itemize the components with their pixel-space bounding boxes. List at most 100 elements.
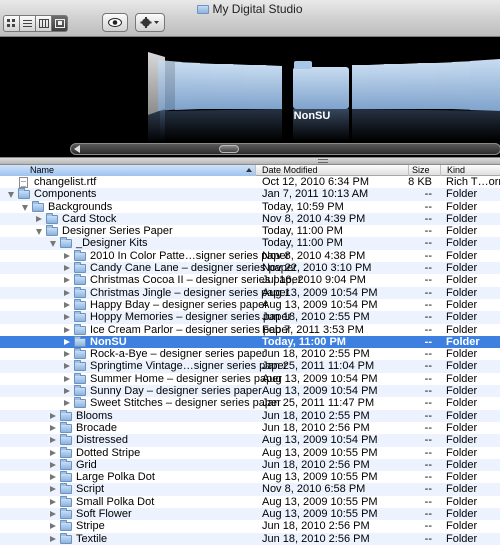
list-row[interactable]: Card Stock Nov 8, 2010 4:39 PM -- Folder <box>0 212 500 226</box>
disclosure-open-icon[interactable] <box>22 204 28 211</box>
list-view-button[interactable] <box>19 15 36 32</box>
disclosure-open-icon[interactable] <box>36 229 42 236</box>
list-row[interactable]: Script Nov 8, 2010 6:58 PM -- Folder <box>0 483 500 496</box>
list-row[interactable]: Designer Series Paper Today, 11:00 PM -- Fo… <box>0 225 500 237</box>
list-row-kind: Folder <box>446 397 478 410</box>
cover-flow-view-button[interactable] <box>51 15 68 32</box>
disclosure-closed-icon[interactable] <box>50 412 56 419</box>
list-row-kind: Folder <box>446 385 478 398</box>
disclosure-closed-icon[interactable] <box>64 314 70 321</box>
disclosure-closed-icon[interactable] <box>64 375 70 382</box>
list-row[interactable]: Summer Home – designer series paper Aug 1… <box>0 372 500 385</box>
list-row[interactable]: changelist.rtf Oct 12, 2010 6:34 PM 8 KB Ri… <box>0 176 500 188</box>
disclosure-closed-icon[interactable] <box>64 289 70 296</box>
list-row[interactable]: Grid Jun 18, 2010 2:56 PM -- Folder <box>0 458 500 472</box>
list-row[interactable]: Springtime Vintage…signer series paper Ja… <box>0 360 500 373</box>
disclosure-closed-icon[interactable] <box>50 437 56 444</box>
disclosure-closed-icon[interactable] <box>64 388 70 395</box>
disclosure-closed-icon[interactable] <box>50 511 56 518</box>
list-row[interactable]: Blooms Jun 18, 2010 2:55 PM -- Folder <box>0 409 500 422</box>
quick-look-button[interactable] <box>102 13 128 32</box>
disclosure-closed-icon[interactable] <box>50 424 56 431</box>
list-row-name: _Designer Kits <box>76 237 148 250</box>
list-row[interactable]: Christmas Jingle – designer series paper… <box>0 286 500 299</box>
list-row[interactable]: Candy Cane Lane – designer series paper N… <box>0 262 500 275</box>
list-row[interactable]: Christmas Cocoa II – designer series pap… <box>0 274 500 286</box>
disclosure-closed-icon[interactable] <box>50 486 56 493</box>
list-row[interactable]: Stripe Jun 18, 2010 2:56 PM -- Folder <box>0 520 500 532</box>
column-header-name[interactable]: Name <box>0 165 255 176</box>
list-row[interactable]: Ice Cream Parlor – designer series paper… <box>0 323 500 336</box>
list-row-kind: Folder <box>446 483 478 496</box>
list-row[interactable]: Dotted Stripe Aug 13, 2009 10:55 PM -- Fold… <box>0 446 500 459</box>
disclosure-closed-icon[interactable] <box>50 498 56 505</box>
list-row[interactable]: Hoppy Memories – designer series paper Ju… <box>0 311 500 324</box>
disclosure-open-icon[interactable] <box>8 192 14 199</box>
window-titlebar: My Digital Studio <box>0 0 500 37</box>
disclosure-closed-icon[interactable] <box>64 351 70 358</box>
list-row-date: Nov 22, 2010 3:10 PM <box>262 262 372 275</box>
list-row[interactable]: Soft Flower Aug 13, 2009 10:55 PM -- Folder <box>0 508 500 521</box>
list-row-size: -- <box>424 262 432 275</box>
list-row-size: -- <box>424 225 432 238</box>
column-header-date-label: Date Modified <box>262 165 318 175</box>
list-row[interactable]: Sunny Day – designer series paper Aug 13,… <box>0 385 500 398</box>
cover-flow-scroll-thumb[interactable] <box>219 145 239 153</box>
disclosure-closed-icon[interactable] <box>36 215 42 222</box>
folder-icon <box>197 5 210 14</box>
disclosure-closed-icon[interactable] <box>64 363 70 370</box>
column-header-date[interactable]: Date Modified <box>255 165 408 176</box>
folder-icon <box>74 372 86 384</box>
column-view-button[interactable] <box>35 15 52 32</box>
column-header-kind[interactable]: Kind <box>440 165 500 176</box>
list-row-size: -- <box>424 237 432 250</box>
cover-flow-panel[interactable]: NonSU <box>0 37 500 157</box>
icon-view-button[interactable] <box>3 15 20 32</box>
list-row-date: Aug 13, 2009 10:54 PM <box>262 298 378 311</box>
list-row-date: Nov 8, 2010 4:39 PM <box>262 212 366 225</box>
list-row-size: -- <box>424 495 432 508</box>
scroll-left-arrow-icon[interactable] <box>74 145 80 153</box>
list-row-date: Today, 11:00 PM <box>262 335 346 348</box>
disclosure-closed-icon[interactable] <box>64 252 70 259</box>
disclosure-closed-icon[interactable] <box>50 461 56 468</box>
list-row[interactable]: Textile Jun 18, 2010 2:56 PM -- Folder <box>0 532 500 545</box>
file-list: changelist.rtf Oct 12, 2010 6:34 PM 8 KB Ri… <box>0 176 500 557</box>
disclosure-closed-icon[interactable] <box>64 301 70 308</box>
folder-icon <box>32 200 44 212</box>
list-row[interactable]: _Designer Kits Today, 11:00 PM -- Folder <box>0 237 500 250</box>
disclosure-closed-icon[interactable] <box>50 474 56 481</box>
list-row-selected[interactable]: NonSU Today, 11:00 PM -- Folder <box>0 335 500 349</box>
list-row[interactable]: Rock-a-Bye – designer series paper Jun 18… <box>0 348 500 360</box>
list-row[interactable]: Sweet Stitches – designer series paper Ja… <box>0 397 500 409</box>
disclosure-closed-icon[interactable] <box>64 338 70 345</box>
list-row[interactable]: Brocade Jun 18, 2010 2:56 PM -- Folder <box>0 421 500 434</box>
list-row[interactable]: 2010 In Color Patte…signer series paper N… <box>0 249 500 262</box>
list-row[interactable]: Happy Bday – designer series paper Aug 13… <box>0 298 500 311</box>
disclosure-open-icon[interactable] <box>50 241 56 248</box>
column-header-size[interactable]: Size <box>408 165 440 176</box>
disclosure-closed-icon[interactable] <box>50 535 56 542</box>
action-menu-button[interactable] <box>135 13 165 32</box>
list-row[interactable]: Distressed Aug 13, 2009 10:54 PM -- Folder <box>0 434 500 447</box>
splitter-grip-icon[interactable] <box>318 159 328 163</box>
pane-splitter[interactable] <box>0 157 500 165</box>
list-row[interactable]: Small Polka Dot Aug 13, 2009 10:55 PM -- Fo… <box>0 495 500 508</box>
cover-flow-covers <box>148 52 500 143</box>
list-row-name: Large Polka Dot <box>76 471 155 484</box>
disclosure-closed-icon[interactable] <box>64 265 70 272</box>
disclosure-closed-icon[interactable] <box>64 277 70 284</box>
cover-flow-scrollbar[interactable] <box>70 143 500 155</box>
list-row-kind: Folder <box>446 360 478 373</box>
column-header-kind-label: Kind <box>447 165 466 175</box>
list-row[interactable]: Backgrounds Today, 10:59 PM -- Folder <box>0 200 500 213</box>
list-row[interactable]: Large Polka Dot Aug 13, 2009 10:55 PM -- Fo… <box>0 471 500 483</box>
folder-icon <box>60 421 72 433</box>
disclosure-closed-icon[interactable] <box>64 326 70 333</box>
disclosure-closed-icon[interactable] <box>64 400 70 407</box>
disclosure-closed-icon[interactable] <box>50 523 56 530</box>
disclosure-closed-icon[interactable] <box>50 449 56 456</box>
folder-icon <box>46 225 58 237</box>
list-row[interactable]: Components Jan 7, 2011 10:13 AM -- Folder <box>0 188 500 201</box>
list-row-date: Aug 13, 2009 10:54 PM <box>262 286 378 299</box>
